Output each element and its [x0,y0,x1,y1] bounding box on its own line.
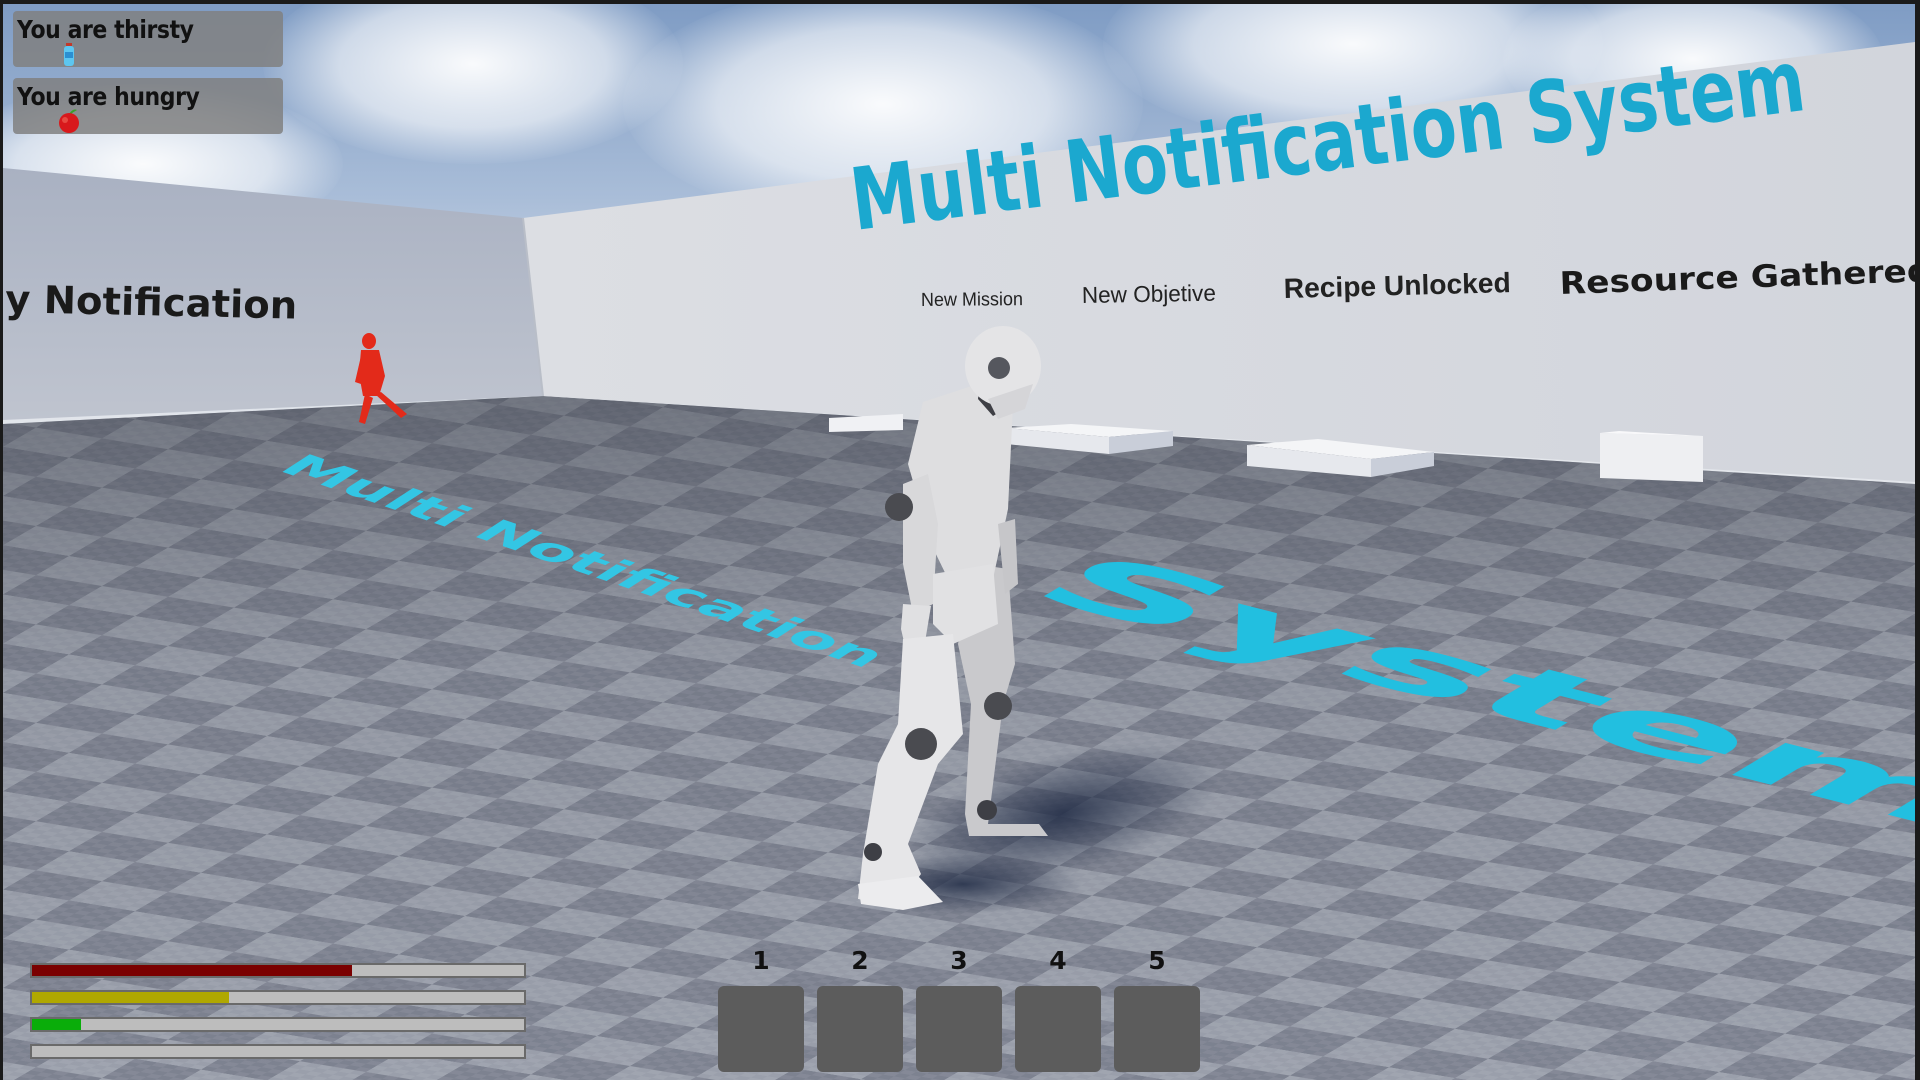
hotbar-slot-label: 5 [1148,946,1166,975]
hotbar-slot-4[interactable] [1015,986,1101,1072]
hotbar-slot-2[interactable] [817,986,903,1072]
hotbar-slot-label: 1 [752,946,770,975]
notification-text: You are hungry [17,82,200,111]
pedestal [1600,431,1703,482]
thirst-bar [30,990,526,1005]
health-bar [30,963,526,978]
hotbar-slot-label: 4 [1049,946,1067,975]
hunger-bar-fill [32,1019,82,1030]
left-wall-text: y Notification [5,277,298,328]
wall-label-new-objetive: New Objetive [1082,280,1216,308]
notification-thirsty: You are thirsty [13,11,283,67]
hotbar-slot-label: 3 [950,946,968,975]
hotbar-slot-5[interactable] [1114,986,1200,1072]
thirst-bar-fill [32,992,229,1003]
wall-label-new-mission: New Mission [921,289,1023,311]
apple-icon [57,108,81,134]
wall-label-recipe-unlocked: Recipe Unlocked [1283,267,1511,304]
notification-text: You are thirsty [17,15,194,44]
hotbar-slot-1[interactable] [718,986,804,1072]
notification-hungry: You are hungry [13,78,283,134]
game-viewport[interactable]: Multi Notification System y Notification… [3,4,1915,1080]
hotbar-slot-3[interactable] [916,986,1002,1072]
stamina-bar [30,1044,526,1059]
scene-svg: Multi Notification System y Notification… [3,32,1915,1080]
hotbar-slot-label: 2 [851,946,869,975]
hunger-bar [30,1017,526,1032]
water-bottle-icon [59,43,79,67]
health-bar-fill [32,965,352,976]
